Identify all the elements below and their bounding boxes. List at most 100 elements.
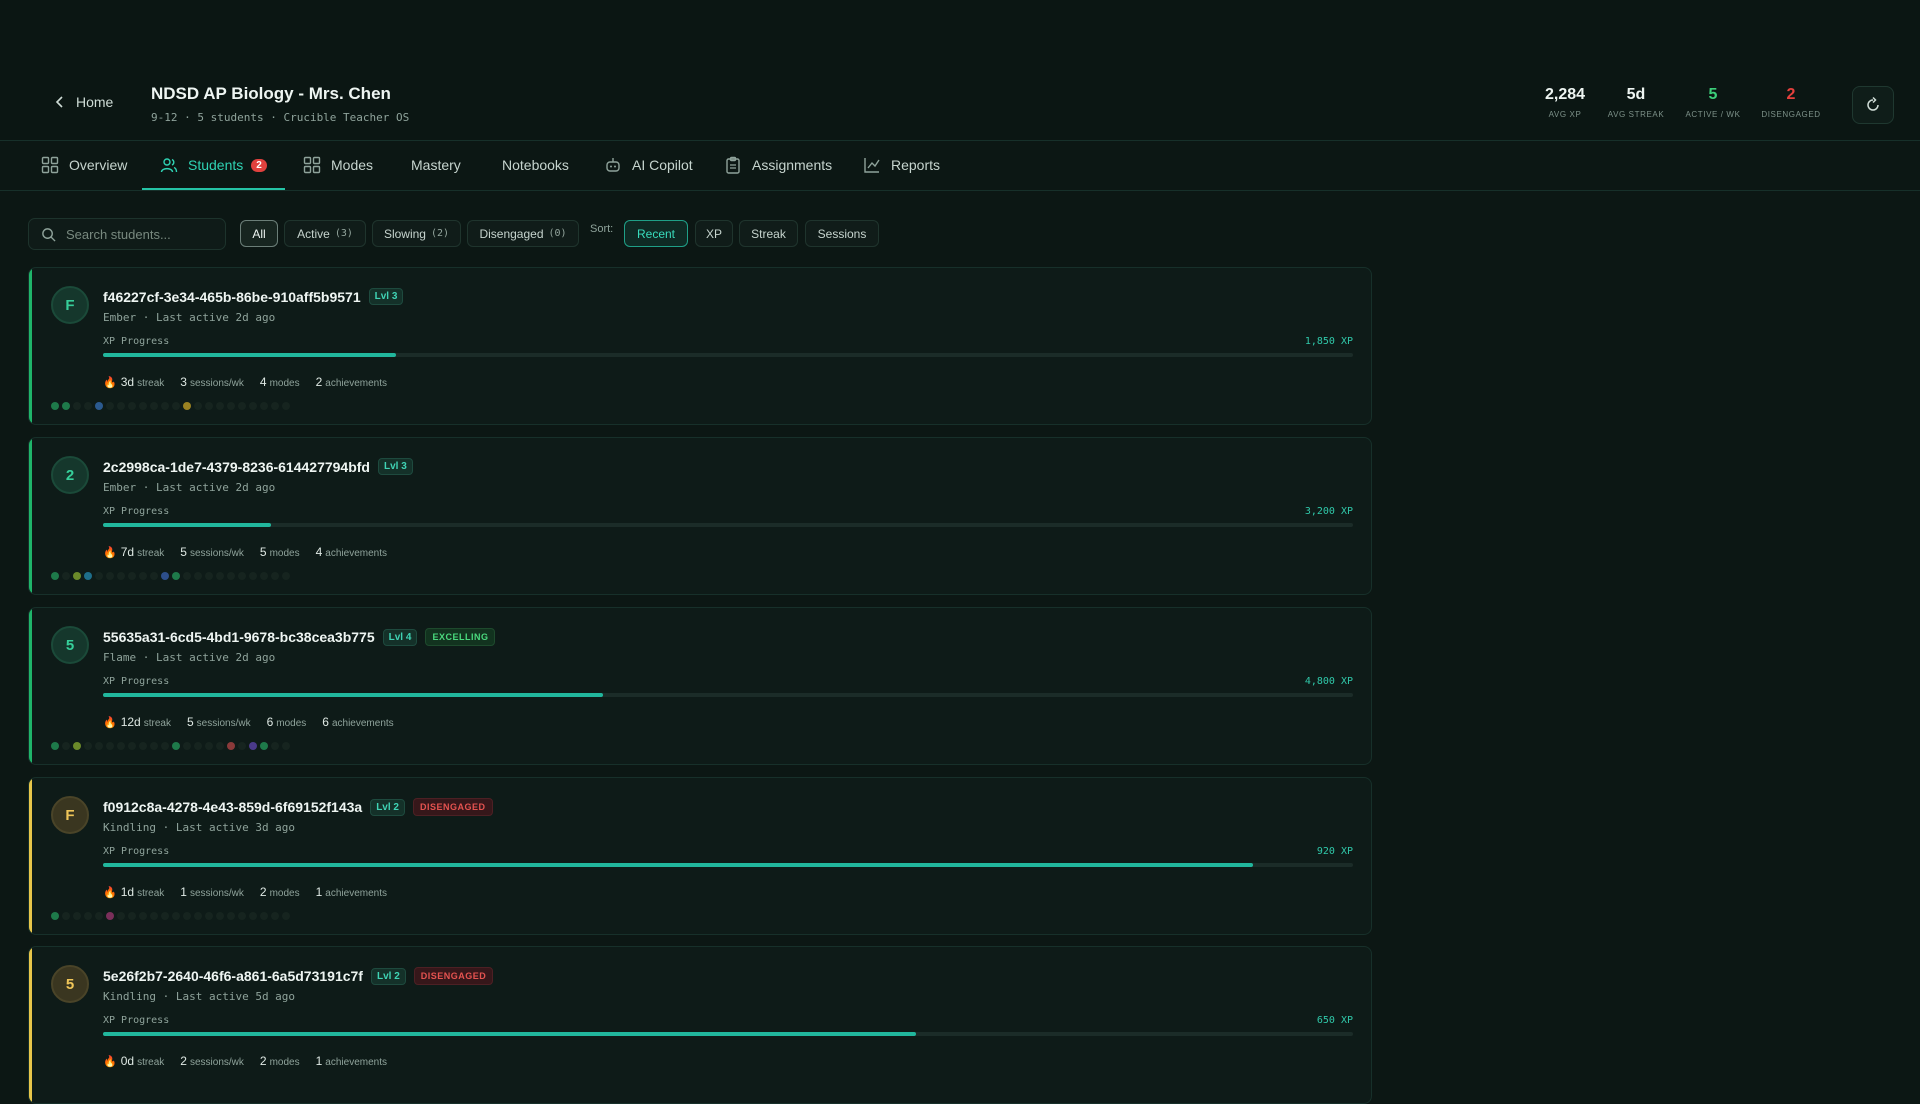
activity-dot xyxy=(51,402,59,410)
sort-recent-label: Recent xyxy=(636,226,676,241)
sort-xp[interactable]: XP xyxy=(695,220,733,247)
activity-dot xyxy=(194,572,202,580)
flame-icon: 🔥 xyxy=(103,377,117,389)
activity-dot xyxy=(117,742,125,750)
filter-slowing[interactable]: Slowing (2) xyxy=(372,220,461,247)
activity-dot xyxy=(227,912,235,920)
xp-progress-track xyxy=(103,693,1353,697)
activity-dot xyxy=(106,572,114,580)
student-metrics: 🔥 7d streak 5 sessions/wk 5 modes 4 achieveme… xyxy=(103,545,387,559)
activity-dot xyxy=(128,742,136,750)
activity-dot xyxy=(150,912,158,920)
streak-value: 3d xyxy=(120,375,135,389)
sort-streak[interactable]: Streak xyxy=(739,220,798,247)
student-status-line: Ember · Last active 2d ago xyxy=(103,311,276,324)
level-badge: Lvl 4 xyxy=(382,628,418,646)
xp-progress-label: XP Progress xyxy=(103,846,170,857)
activity-dot xyxy=(216,402,224,410)
refresh-button[interactable] xyxy=(1852,86,1894,124)
activity-dots xyxy=(51,572,290,580)
activity-dot xyxy=(183,742,191,750)
activity-dot xyxy=(150,402,158,410)
activity-dot xyxy=(128,572,136,580)
activity-dot xyxy=(227,402,235,410)
activity-dot xyxy=(150,742,158,750)
student-card[interactable]: 5 5e26f2b7-2640-46f6-a861-6a5d73191c7f L… xyxy=(28,946,1372,1104)
modes-metric: 4 modes xyxy=(260,375,300,389)
tab-overview[interactable]: Overview xyxy=(41,141,127,189)
activity-dot xyxy=(139,572,147,580)
filter-disengaged[interactable]: Disengaged (0) xyxy=(467,220,579,247)
activity-dot xyxy=(161,912,169,920)
activity-dot xyxy=(62,912,70,920)
activity-dot xyxy=(84,402,92,410)
activity-dot xyxy=(194,742,202,750)
streak-value: 0d xyxy=(120,1054,135,1068)
tab-mastery[interactable]: Mastery xyxy=(411,141,461,189)
grid-icon xyxy=(303,156,321,174)
streak-label: streak xyxy=(137,1057,165,1068)
sort-xp-label: XP xyxy=(705,226,722,241)
student-card[interactable]: 2 2c2998ca-1de7-4379-8236-614427794bfd L… xyxy=(28,437,1372,595)
sort-streak-label: Streak xyxy=(751,226,786,241)
modes-value: 6 xyxy=(266,715,274,729)
modes-value: 2 xyxy=(259,1054,267,1068)
xp-value: 650 XP xyxy=(1316,1015,1353,1026)
xp-progress-track xyxy=(103,1032,1353,1036)
streak-metric: 🔥 12d streak xyxy=(103,715,171,729)
activity-dot xyxy=(172,912,180,920)
sessions-metric: 1 sessions/wk xyxy=(180,885,244,899)
student-status-line: Ember · Last active 2d ago xyxy=(103,481,276,494)
activity-dot xyxy=(117,912,125,920)
student-card[interactable]: 5 55635a31-6cd5-4bd1-9678-bc38cea3b775 L… xyxy=(28,607,1372,765)
level-badge: Lvl 2 xyxy=(370,967,406,985)
tab-ai-copilot[interactable]: AI Copilot xyxy=(604,141,693,189)
activity-dot xyxy=(238,742,246,750)
modes-label: modes xyxy=(276,718,307,729)
page-title: NDSD AP Biology - Mrs. Chen xyxy=(151,84,391,103)
sessions-value: 5 xyxy=(180,545,187,559)
activity-dot xyxy=(139,742,147,750)
stat-disengaged: 2 DISENGAGED xyxy=(1746,86,1836,119)
filter-active[interactable]: Active (3) xyxy=(284,220,366,247)
tab-reports[interactable]: Reports xyxy=(863,141,940,189)
student-metrics: 🔥 3d streak 3 sessions/wk 4 modes 2 achieveme… xyxy=(103,375,387,389)
tab-modes[interactable]: Modes xyxy=(303,141,373,189)
streak-metric: 🔥 7d streak xyxy=(103,545,164,559)
users-icon xyxy=(160,158,178,173)
streak-metric: 🔥 0d streak xyxy=(103,1054,164,1068)
achievements-label: achievements xyxy=(325,378,387,389)
student-card[interactable]: F f0912c8a-4278-4e43-859d-6f69152f143a L… xyxy=(28,777,1372,935)
search-icon xyxy=(42,227,56,242)
flame-icon: 🔥 xyxy=(103,547,117,559)
streak-label: streak xyxy=(137,378,165,389)
tab-assignments[interactable]: Assignments xyxy=(724,141,832,189)
xp-progress-track xyxy=(103,353,1353,357)
sort-sessions[interactable]: Sessions xyxy=(805,220,879,247)
level-badge: Lvl 3 xyxy=(377,458,413,475)
search-input[interactable] xyxy=(64,225,218,243)
tab-students[interactable]: Students 2 xyxy=(142,141,285,190)
tab-notebooks[interactable]: Notebooks xyxy=(502,141,569,189)
search-box[interactable] xyxy=(28,218,226,250)
student-card[interactable]: F f46227cf-3e34-465b-86be-910aff5b9571 L… xyxy=(28,267,1372,425)
filter-disengaged-label: Disengaged xyxy=(479,226,544,241)
home-back-link[interactable]: Home xyxy=(54,94,113,110)
activity-dot xyxy=(238,572,246,580)
filter-all[interactable]: All xyxy=(240,220,278,247)
streak-metric: 🔥 1d streak xyxy=(103,885,164,899)
tab-bar: Overview Students 2 Modes Mastery Notebo… xyxy=(0,141,1920,191)
avatar: 5 xyxy=(51,965,89,1003)
sessions-label: sessions/wk xyxy=(189,888,244,899)
activity-dot xyxy=(106,912,114,920)
activity-dot xyxy=(117,402,125,410)
student-name: 5e26f2b7-2640-46f6-a861-6a5d73191c7f xyxy=(103,968,363,984)
status-tag: EXCELLING xyxy=(425,628,496,646)
flame-icon: 🔥 xyxy=(103,1056,117,1068)
modes-metric: 2 modes xyxy=(260,1054,300,1068)
streak-value: 7d xyxy=(120,545,135,559)
activity-dot xyxy=(205,912,213,920)
sort-recent[interactable]: Recent xyxy=(624,220,688,247)
xp-progress-fill xyxy=(103,1032,916,1036)
activity-dot xyxy=(194,912,202,920)
